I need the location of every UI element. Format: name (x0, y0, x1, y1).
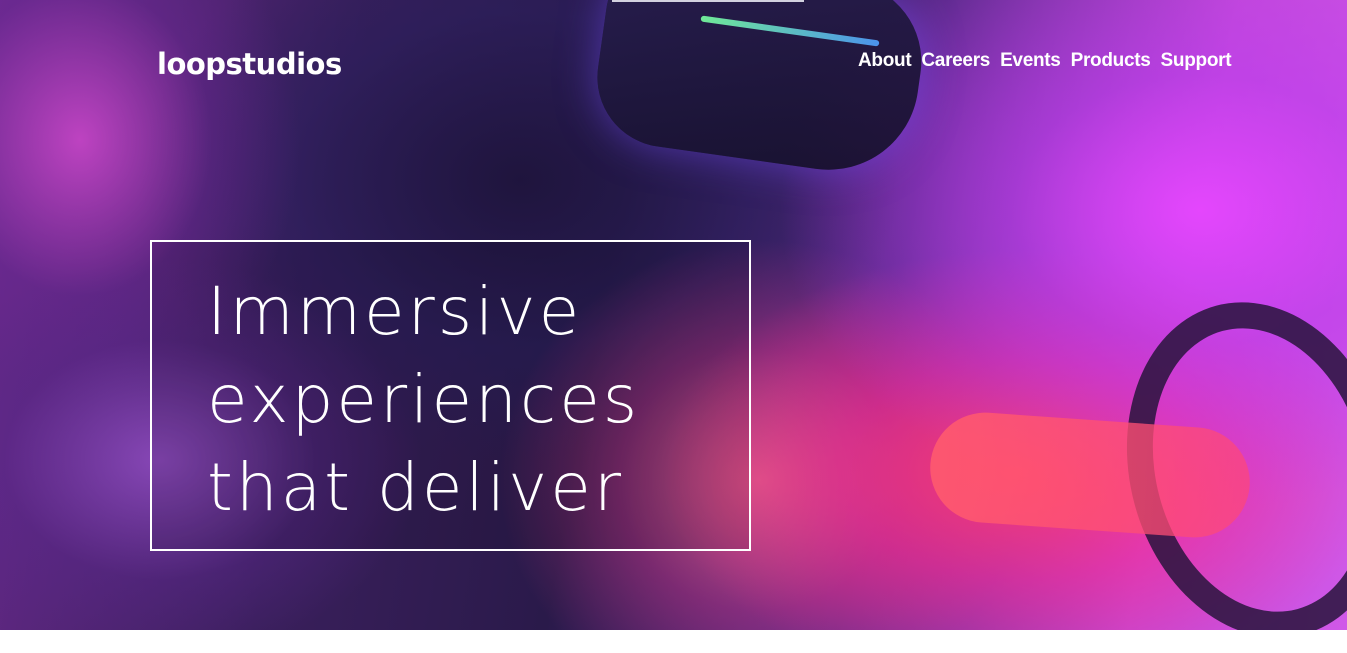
logo[interactable]: loopstudios (157, 44, 342, 84)
nav-link-events[interactable]: Events (1000, 50, 1061, 71)
headline-box: Immersive experiences that deliver (150, 240, 751, 551)
hero-headline: Immersive experiences that deliver (207, 268, 727, 532)
headline-line-2: experiences (207, 361, 641, 438)
page-below-hero (0, 630, 1347, 653)
arm-image (926, 408, 1254, 542)
headline-line-3: that deliver (207, 449, 624, 526)
page: loopstudios About Careers Events Product… (0, 0, 1347, 653)
nav-link-products[interactable]: Products (1071, 50, 1151, 71)
steering-wheel-image (1090, 272, 1347, 630)
nav-item-support: Support (1161, 48, 1232, 74)
nav-link-careers[interactable]: Careers (921, 50, 990, 71)
nav-item-about: About (858, 48, 912, 74)
nav-link-support[interactable]: Support (1161, 50, 1232, 71)
nav-item-careers: Careers (921, 48, 990, 74)
nav-link-about[interactable]: About (858, 50, 912, 71)
nav-item-events: Events (1000, 48, 1061, 74)
hero-section: loopstudios About Careers Events Product… (0, 0, 1347, 630)
nav-item-products: Products (1071, 48, 1151, 74)
nav-list: About Careers Events Products Support (858, 48, 1232, 74)
headline-line-1: Immersive (207, 273, 583, 350)
site-header: loopstudios About Careers Events Product… (0, 0, 1347, 120)
